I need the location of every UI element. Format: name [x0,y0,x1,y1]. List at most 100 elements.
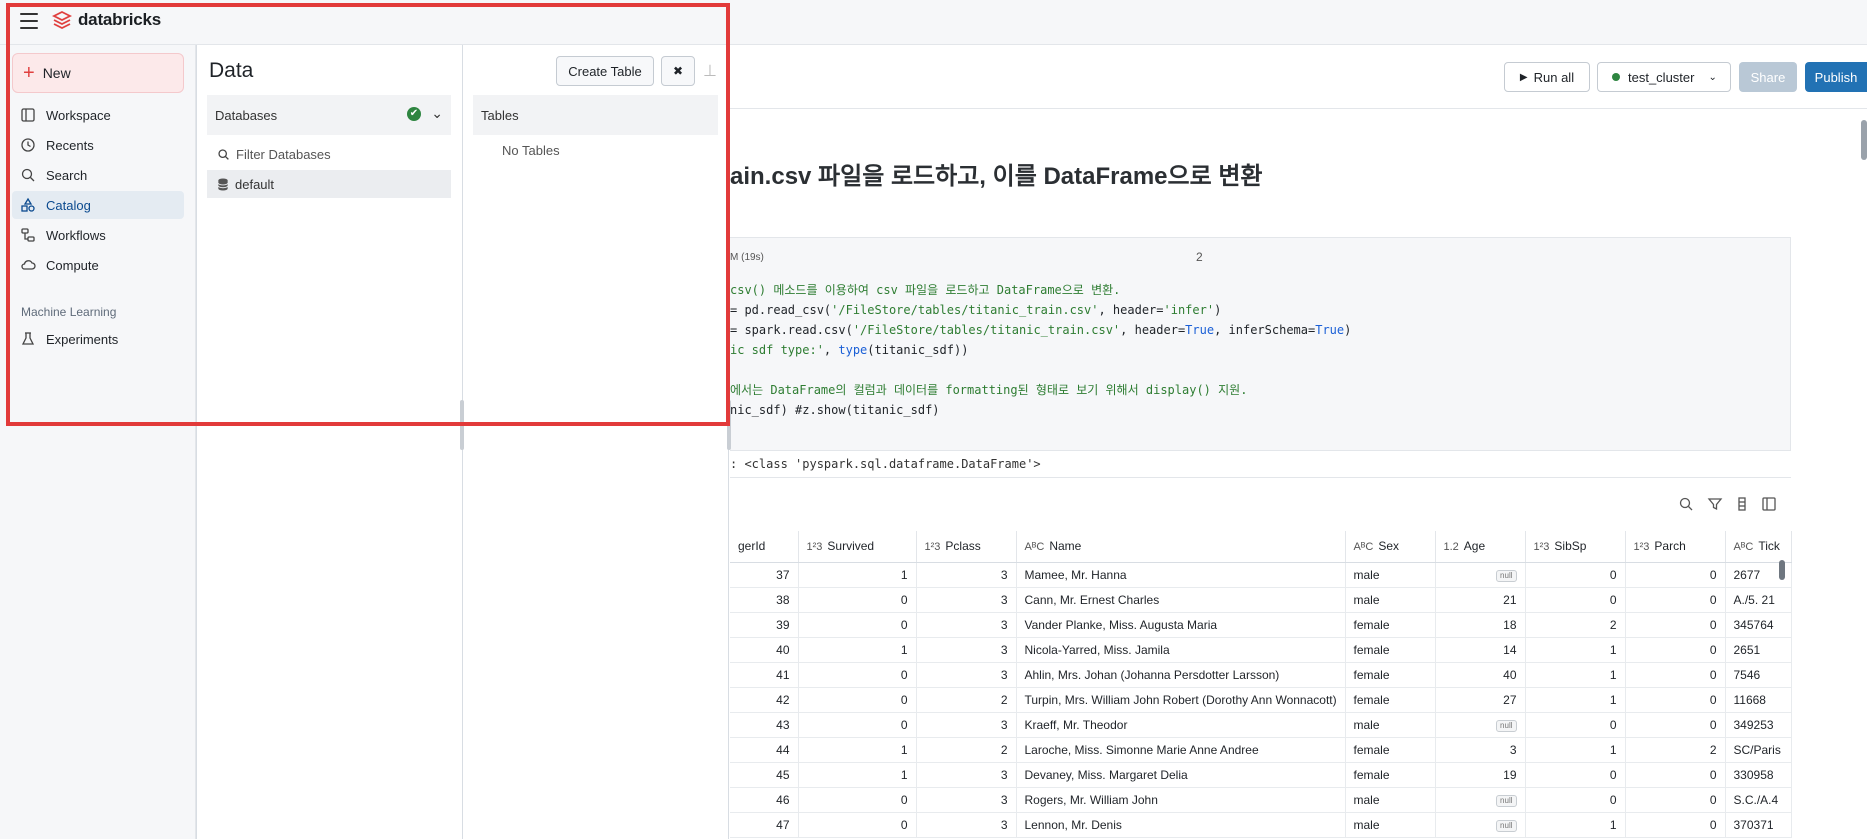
column-header[interactable]: 1²3 Parch [1625,531,1726,563]
table-cell: Lennon, Mr. Denis [1016,812,1346,838]
table-row[interactable]: 39 0 3 Vander Planke, Miss. Augusta Maria fe… [730,612,1792,638]
table-cell: 0 [1525,562,1626,588]
sidebar-item-label: Compute [46,257,99,273]
sidebar-item-compute[interactable]: Compute [12,251,184,279]
table-cell: S.C./A.4 [1725,787,1792,813]
create-table-button[interactable]: Create Table [556,56,654,86]
table-cell: Laroche, Miss. Simonne Marie Anne Andree [1016,737,1346,763]
search-icon [218,148,229,160]
table-row[interactable]: 38 0 3 Cann, Mr. Ernest Charles male 21 0 0 A./5… [730,587,1792,613]
table-cell: 0 [798,712,917,738]
table-scrollbar[interactable] [1779,560,1785,580]
table-cell: 40 [730,637,799,663]
table-cell: 44 [730,737,799,763]
cluster-selector[interactable]: test_cluster ⌄ [1597,62,1731,92]
table-row[interactable]: 45 1 3 Devaney, Miss. Margaret Delia female 1… [730,762,1792,788]
table-cell: Rogers, Mr. William John [1016,787,1346,813]
column-header[interactable]: 1²3 Survived [798,531,917,563]
workspace-icon [21,108,35,122]
column-header[interactable]: 1²3 Pclass [916,531,1017,563]
table-cell: female [1345,762,1436,788]
table-cell: 0 [1625,787,1726,813]
table-cell: female [1345,662,1436,688]
sidebar-item-experiments[interactable]: Experiments [12,325,184,353]
table-row[interactable]: 43 0 3 Kraeff, Mr. Theodor male null 0 0 349253 [730,712,1792,738]
table-cell: male [1345,787,1436,813]
table-row[interactable]: 40 1 3 Nicola-Yarred, Miss. Jamila female 14 1… [730,637,1792,663]
sidebar-item-search[interactable]: Search [12,161,184,189]
code-token: '/FileStore/tables/titanic_train.csv' [831,303,1099,317]
column-header[interactable]: 1²3 SibSp [1525,531,1626,563]
table-cell: 38 [730,587,799,613]
table-cell: female [1345,612,1436,638]
databricks-logo[interactable]: databricks [52,10,161,30]
table-cell: male [1345,812,1436,838]
column-type-icon: 1²3 [1633,541,1650,554]
sidebar-toggle-icon[interactable] [1761,496,1777,512]
database-item-default[interactable]: default [207,170,451,198]
hamburger-menu-icon[interactable] [20,13,38,29]
table-row[interactable]: 41 0 3 Ahlin, Mrs. Johan (Johanna Persdotte… [730,662,1792,688]
share-button[interactable]: Share [1739,62,1797,92]
code-editor[interactable]: csv() 메소드를 이용하여 csv 파일을 로드하고 DataFrame으로… [730,280,1351,420]
sidebar-item-workspace[interactable]: Workspace [12,101,184,129]
table-cell: 3 [916,637,1017,663]
table-cell: 1 [1525,662,1626,688]
chevron-down-icon[interactable]: ⌄ [431,105,443,122]
table-cell: 1 [1525,737,1626,763]
table-cell: Devaney, Miss. Margaret Delia [1016,762,1346,788]
run-all-button[interactable]: ▶ Run all [1504,62,1590,92]
sidebar-item-label: Search [46,167,88,183]
table-row[interactable]: 37 1 3 Mamee, Mr. Hanna male null 0 0 2677 [730,562,1792,588]
table-cell: null [1435,712,1526,738]
search-icon[interactable] [1678,496,1694,512]
table-cell: 46 [730,787,799,813]
table-cell: 40 [1435,662,1526,688]
table-cell: 39 [730,612,799,638]
new-button[interactable]: + New [12,53,184,93]
databases-header-label: Databases [215,107,278,123]
sidebar-item-catalog[interactable]: Catalog [12,191,184,219]
table-cell: female [1345,637,1436,663]
cell-run-meta: M (19s) [730,252,764,263]
table-cell: Vander Planke, Miss. Augusta Maria [1016,612,1346,638]
column-header[interactable]: gerId [730,531,799,563]
sidebar-item-recents[interactable]: Recents [12,131,184,159]
table-cell: Nicola-Yarred, Miss. Jamila [1016,637,1346,663]
table-cell: 3 [916,587,1017,613]
table-row[interactable]: 44 1 2 Laroche, Miss. Simonne Marie Anne An… [730,737,1792,763]
table-cell: 19 [1435,762,1526,788]
databases-header[interactable]: Databases ✔ ⌄ [207,95,451,135]
table-cell: 0 [1625,712,1726,738]
run-all-label: Run all [1533,69,1575,85]
columns-icon[interactable] [1736,496,1748,512]
filter-icon[interactable] [1707,496,1723,512]
table-cell: 2 [916,687,1017,713]
resize-handle[interactable] [727,400,731,450]
database-icon [217,177,229,191]
publish-button[interactable]: Publish [1805,62,1867,92]
column-header[interactable]: 1.2 Age [1435,531,1526,563]
workflows-icon [21,228,35,242]
table-row[interactable]: 46 0 3 Rogers, Mr. William John male null 0 0 S.… [730,787,1792,813]
table-cell: 3 [916,762,1017,788]
table-cell: male [1345,587,1436,613]
table-cell: 0 [1625,762,1726,788]
table-row[interactable]: 47 0 3 Lennon, Mr. Denis male null 1 0 370371 [730,812,1792,838]
column-header[interactable]: AᴮC Sex [1345,531,1436,563]
code-token: True [1315,323,1345,337]
filter-databases-input[interactable]: Filter Databases [207,141,451,167]
column-type-icon: 1²3 [806,541,823,554]
cluster-status-dot [1612,73,1620,81]
resize-handle[interactable] [460,400,464,450]
table-cell: null [1435,562,1526,588]
close-panel-button[interactable]: ✖ [661,56,695,86]
notebook-scrollbar[interactable] [1861,120,1867,160]
column-header[interactable]: AᴮC Name [1016,531,1346,563]
table-row[interactable]: 42 0 2 Turpin, Mrs. William John Robert (Do… [730,687,1792,713]
code-token: 'infer' [1163,303,1215,317]
null-badge: null [1496,820,1517,832]
sidebar-item-workflows[interactable]: Workflows [12,221,184,249]
column-header[interactable]: AᴮC Tick [1725,531,1792,563]
pin-icon[interactable]: ⊥ [703,61,717,83]
